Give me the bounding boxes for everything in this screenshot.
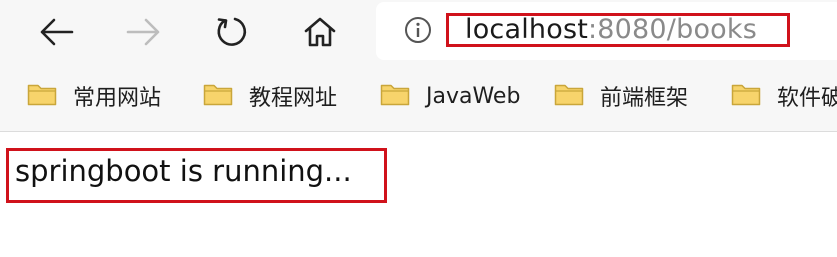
refresh-icon	[214, 14, 250, 50]
bookmark-item[interactable]: 软件破	[731, 80, 837, 112]
refresh-button[interactable]	[210, 10, 254, 54]
folder-icon	[380, 82, 426, 110]
bookmark-label: 软件破	[777, 86, 837, 111]
bookmark-label: 教程网址	[249, 86, 338, 111]
annotation-box-url	[446, 13, 790, 47]
bookmark-item[interactable]: 前端框架	[554, 80, 688, 112]
bookmark-label: 常用网站	[73, 86, 162, 111]
folder-icon	[27, 82, 73, 110]
info-icon[interactable]	[404, 16, 432, 44]
bookmark-label: 前端框架	[600, 86, 689, 111]
bookmark-item[interactable]: 教程网址	[203, 80, 337, 112]
folder-icon	[203, 82, 249, 110]
arrow-left-icon	[38, 17, 74, 47]
bookmark-label: JavaWeb	[426, 83, 521, 109]
bookmark-item[interactable]: 常用网站	[27, 80, 161, 112]
home-button[interactable]	[298, 10, 342, 54]
forward-button[interactable]	[122, 10, 166, 54]
annotation-box-content	[6, 148, 387, 203]
folder-icon	[731, 82, 777, 110]
folder-icon	[554, 82, 600, 110]
bookmark-item[interactable]: JavaWeb	[380, 80, 520, 112]
arrow-right-icon	[126, 17, 162, 47]
back-button[interactable]	[34, 10, 78, 54]
home-icon	[303, 16, 337, 48]
